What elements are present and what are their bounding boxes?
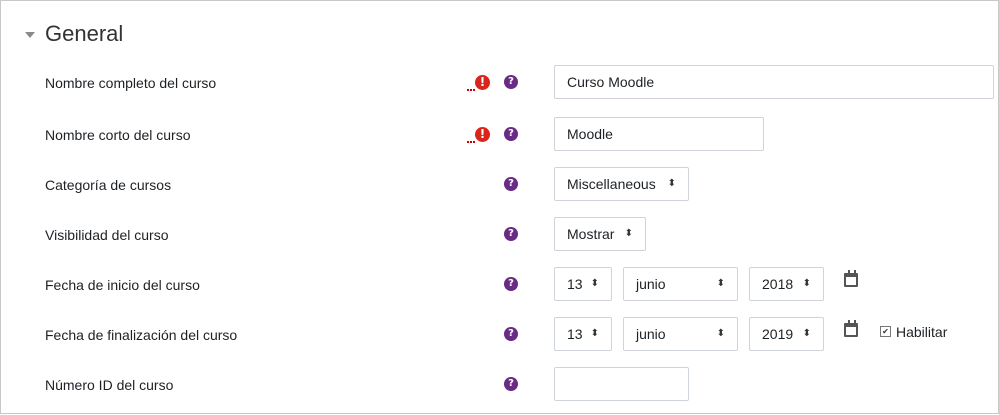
enddate-year-select[interactable]: 2019 ⬍ <box>749 317 824 351</box>
row-category: Categoría de cursos ? Miscellaneous ⬍ <box>1 167 999 215</box>
updown-arrows-icon: ⬍ <box>590 278 599 289</box>
section-header-general[interactable]: General <box>25 19 123 49</box>
startdate-month-value: junio <box>636 276 666 292</box>
visibility-label: Visibilidad del curso <box>45 227 169 243</box>
startdate-year-select[interactable]: 2018 ⬍ <box>749 267 824 301</box>
required-icon: ! <box>467 75 490 93</box>
startdate-day-value: 13 <box>567 276 583 292</box>
help-icon[interactable]: ? <box>504 277 518 291</box>
enable-checkbox[interactable]: ✔ <box>880 326 891 337</box>
help-icon[interactable]: ? <box>504 75 518 89</box>
calendar-icon[interactable] <box>844 270 858 287</box>
collapse-caret-icon[interactable] <box>25 32 35 38</box>
category-selected: Miscellaneous <box>567 176 656 192</box>
required-icon: ! <box>467 127 490 145</box>
help-icon[interactable]: ? <box>504 227 518 241</box>
help-icon[interactable]: ? <box>504 377 518 391</box>
row-idnumber: Número ID del curso ? <box>1 367 999 415</box>
row-fullname: Nombre completo del curso ! ? Curso Mood… <box>1 65 999 113</box>
section-title: General <box>45 21 124 46</box>
category-label: Categoría de cursos <box>45 177 172 193</box>
fullname-label: Nombre completo del curso <box>45 75 217 91</box>
shortname-label: Nombre corto del curso <box>45 127 191 143</box>
row-visibility: Visibilidad del curso ? Mostrar ⬍ <box>1 217 999 265</box>
updown-arrows-icon: ⬍ <box>802 328 811 339</box>
enddate-label: Fecha de finalización del curso <box>45 327 238 343</box>
updown-arrows-icon: ⬍ <box>667 178 676 189</box>
enddate-month-value: junio <box>636 326 666 342</box>
enable-label[interactable]: Habilitar <box>896 324 947 340</box>
enddate-day-select[interactable]: 13 ⬍ <box>554 317 612 351</box>
category-select[interactable]: Miscellaneous ⬍ <box>554 167 689 201</box>
row-enddate: Fecha de finalización del curso ? 13 ⬍ j… <box>1 317 999 365</box>
fullname-input[interactable]: Curso Moodle <box>554 65 994 99</box>
help-icon[interactable]: ? <box>504 127 518 141</box>
row-shortname: Nombre corto del curso ! ? Moodle <box>1 117 999 165</box>
updown-arrows-icon: ⬍ <box>716 278 725 289</box>
visibility-selected: Mostrar <box>567 226 615 242</box>
visibility-select[interactable]: Mostrar ⬍ <box>554 217 646 251</box>
shortname-input[interactable]: Moodle <box>554 117 764 151</box>
row-startdate: Fecha de inicio del curso ? 13 ⬍ junio ⬍… <box>1 267 999 315</box>
idnumber-label: Número ID del curso <box>45 377 174 393</box>
startdate-label: Fecha de inicio del curso <box>45 277 200 293</box>
updown-arrows-icon: ⬍ <box>590 328 599 339</box>
enddate-month-select[interactable]: junio ⬍ <box>623 317 738 351</box>
updown-arrows-icon: ⬍ <box>802 278 811 289</box>
calendar-icon[interactable] <box>844 320 858 337</box>
general-section: General Nombre completo del curso ! ? Cu… <box>0 0 999 414</box>
startdate-year-value: 2018 <box>762 276 794 292</box>
help-icon[interactable]: ? <box>504 327 518 341</box>
updown-arrows-icon: ⬍ <box>716 328 725 339</box>
startdate-month-select[interactable]: junio ⬍ <box>623 267 738 301</box>
updown-arrows-icon: ⬍ <box>624 228 633 239</box>
startdate-day-select[interactable]: 13 ⬍ <box>554 267 612 301</box>
idnumber-input[interactable] <box>554 367 689 401</box>
enddate-day-value: 13 <box>567 326 583 342</box>
help-icon[interactable]: ? <box>504 177 518 191</box>
enddate-year-value: 2019 <box>762 326 794 342</box>
